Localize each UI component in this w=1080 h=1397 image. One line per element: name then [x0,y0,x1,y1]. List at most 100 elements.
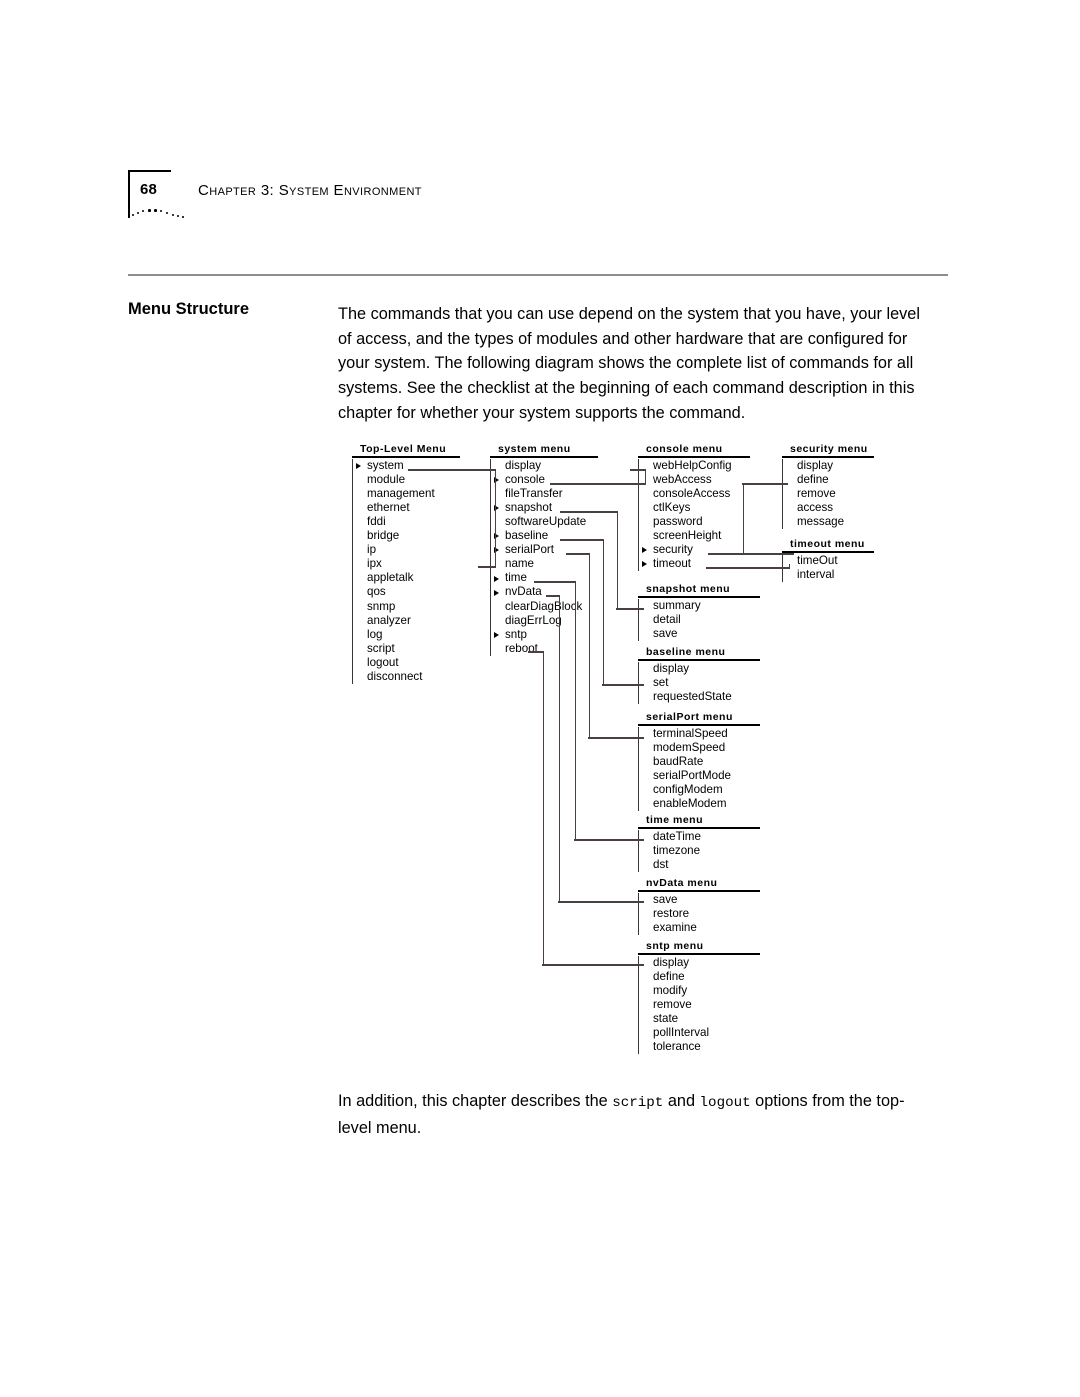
menu-item-disconnect[interactable]: disconnect [355,670,460,684]
menu-item-ctlkeys[interactable]: ctlKeys [641,501,750,515]
menu-item-datetime[interactable]: dateTime [641,830,760,844]
menu-item-requestedstate[interactable]: requestedState [641,690,760,704]
menu-item-script[interactable]: script [355,642,460,656]
header-dot [154,209,157,212]
menu-item-list-snapshot: summary detail save [638,598,760,641]
menu-block-sntp: sntp menu display define modify remove state p… [638,940,760,1055]
menu-item-filetransfer[interactable]: fileTransfer [493,487,598,501]
menu-item-message[interactable]: message [785,515,874,529]
menu-item-remove[interactable]: remove [641,998,760,1012]
connector-timeout-to-timeout-menu [706,567,790,569]
menu-item-password[interactable]: password [641,515,750,529]
menu-item-list-nvdata: save restore examine [638,892,760,935]
menu-item-display[interactable]: display [641,956,760,970]
menu-block-serialport: serialPort menu terminalSpeed modemSpeed ba… [638,711,760,812]
menu-item-console[interactable]: console [493,473,598,487]
connector-system-to-system-menu [408,469,496,471]
menu-item-enablemodem[interactable]: enableModem [641,797,760,811]
menu-item-state[interactable]: state [641,1012,760,1026]
menu-item-save[interactable]: save [641,893,760,907]
menu-item-pollinterval[interactable]: pollInterval [641,1026,760,1040]
menu-item-access[interactable]: access [785,501,874,515]
menu-item-terminalspeed[interactable]: terminalSpeed [641,727,760,741]
menu-item-analyzer[interactable]: analyzer [355,614,460,628]
menu-item-remove[interactable]: remove [785,487,874,501]
menu-item-screenheight[interactable]: screenHeight [641,529,750,543]
menu-title-time: time menu [646,814,704,826]
connector-console-to-console-menu [644,469,646,484]
menu-item-log[interactable]: log [355,628,460,642]
menu-item-dst[interactable]: dst [641,858,760,872]
menu-item-qos[interactable]: qos [355,585,460,599]
menu-item-snapshot[interactable]: snapshot [493,501,598,515]
menu-item-serialportmode[interactable]: serialPortMode [641,769,760,783]
menu-item-list-timeout: timeOut interval [782,553,874,582]
menu-block-security: security menu display define remove access me… [782,443,874,530]
menu-item-display[interactable]: display [641,662,760,676]
menu-item-management[interactable]: management [355,487,460,501]
menu-item-cleardiagblock[interactable]: clearDiagBlock [493,600,598,614]
menu-item-webhelpconfig[interactable]: webHelpConfig [641,459,750,473]
menu-item-ipx[interactable]: ipx [355,557,460,571]
menu-item-modemspeed[interactable]: modemSpeed [641,741,760,755]
connector-snapshot-to-snapshot-menu [616,608,644,610]
connector-console-to-console-menu [550,483,646,485]
menu-item-tolerance[interactable]: tolerance [641,1040,760,1054]
menu-item-timezone[interactable]: timezone [641,844,760,858]
menu-item-display[interactable]: display [785,459,874,473]
header-dot [148,209,151,212]
menu-block-time: time menu dateTime timezone dst [638,814,760,872]
menu-item-module[interactable]: module [355,473,460,487]
menu-item-system[interactable]: system [355,459,460,473]
menu-item-modify[interactable]: modify [641,984,760,998]
menu-item-nvdata[interactable]: nvData [493,585,598,599]
menu-item-interval[interactable]: interval [785,568,874,582]
menu-item-bridge[interactable]: bridge [355,529,460,543]
menu-item-baseline[interactable]: baseline [493,529,598,543]
menu-item-detail[interactable]: detail [641,613,760,627]
menu-item-serialport[interactable]: serialPort [493,543,598,557]
menu-item-define[interactable]: define [641,970,760,984]
menu-item-display[interactable]: display [493,459,598,473]
menu-item-list-top-level: system module management ethernet fddi bridge… [352,458,460,685]
menu-item-baudrate[interactable]: baudRate [641,755,760,769]
menu-item-security[interactable]: security [641,543,750,557]
menu-item-softwareupdate[interactable]: softwareUpdate [493,515,598,529]
connector-snapshot-to-snapshot-menu [560,511,618,513]
menu-item-save[interactable]: save [641,627,760,641]
menu-item-restore[interactable]: restore [641,907,760,921]
menu-item-summary[interactable]: summary [641,599,760,613]
menu-item-fddi[interactable]: fddi [355,515,460,529]
menu-item-configmodem[interactable]: configModem [641,783,760,797]
menu-item-ip[interactable]: ip [355,543,460,557]
menu-title-console: console menu [646,443,723,455]
menu-item-appletalk[interactable]: appletalk [355,571,460,585]
menu-item-reboot[interactable]: reboot [493,642,598,656]
menu-structure-diagram: Top-Level Menu system module management ethe… [338,443,938,1058]
menu-item-define[interactable]: define [785,473,874,487]
menu-item-diagerrlog[interactable]: diagErrLog [493,614,598,628]
menu-item-examine[interactable]: examine [641,921,760,935]
menu-item-webaccess[interactable]: webAccess [641,473,750,487]
menu-item-name[interactable]: name [493,557,598,571]
menu-item-logout[interactable]: logout [355,656,460,670]
menu-title-rule-time [638,827,760,829]
menu-item-timeout[interactable]: timeOut [785,554,874,568]
connector-security-to-security-menu [742,483,788,485]
menu-item-consoleaccess[interactable]: consoleAccess [641,487,750,501]
header-dot [172,214,175,217]
header-dot [137,212,140,215]
menu-item-time[interactable]: time [493,571,598,585]
connector-timeout-to-timeout-menu [788,564,790,568]
menu-title-baseline: baseline menu [646,646,726,658]
header-dot [132,214,134,216]
page-number: 68 [140,181,158,198]
header-dot [182,216,184,218]
menu-item-timeout[interactable]: timeout [641,557,750,571]
menu-item-ethernet[interactable]: ethernet [355,501,460,515]
menu-item-set[interactable]: set [641,676,760,690]
menu-title-rule-top-level [352,456,460,458]
menu-item-sntp[interactable]: sntp [493,628,598,642]
header-dot [177,215,179,217]
menu-item-snmp[interactable]: snmp [355,600,460,614]
